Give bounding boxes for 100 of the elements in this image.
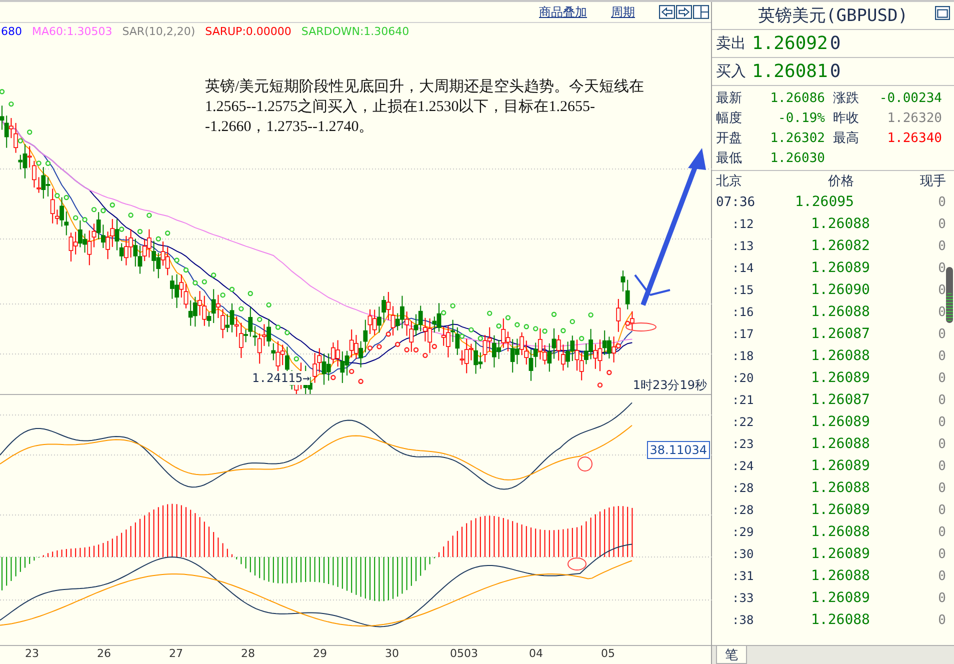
axis-label: 27 (168, 647, 184, 660)
axis-label: 30 (384, 647, 400, 660)
stat-value: 1.26086 (770, 90, 825, 106)
axis-label: 04 (528, 647, 544, 660)
highlight-circle (568, 558, 586, 570)
tick-volume: 0 (937, 326, 946, 342)
quote-price: 1.26081 (752, 61, 828, 82)
axis-label: 26 (96, 647, 112, 660)
tick-time: :14 (731, 261, 755, 275)
tick-volume: 0 (937, 194, 946, 210)
annotation-text: 英镑/美元短期阶段性见底回升，大周期还是空头趋势。今天短线在1.2565--1.2575之间买入，止损在1.2530以下，目标在1.2655--1.2660，1.2735--1.2740。 (205, 77, 645, 137)
tick-price: 1.26088 (810, 304, 870, 320)
tick-price: 1.26087 (810, 326, 870, 342)
tick-time: :23 (731, 437, 755, 451)
tick-price: 1.26088 (810, 568, 870, 584)
toolbar-link[interactable]: 周期 (611, 4, 635, 20)
right-arrow-icon[interactable] (676, 5, 692, 19)
tick-time: :18 (731, 349, 755, 363)
tab[interactable]: 笔 (716, 646, 747, 664)
tick-price: 1.26088 (810, 216, 870, 232)
tick-price: 1.26089 (810, 458, 870, 474)
tick-price: 1.26088 (810, 612, 870, 628)
highlight-circle (578, 456, 592, 472)
tick-time: :28 (731, 503, 755, 517)
stat-value: -0.19% (778, 110, 825, 126)
tick-time: :38 (731, 613, 755, 627)
tick-volume: 0 (937, 612, 946, 628)
tick-time: :24 (731, 459, 755, 473)
tick-volume: 0 (937, 414, 946, 430)
tick-time: :13 (731, 239, 755, 253)
tick-time: :15 (731, 283, 755, 297)
tick-volume: 0 (937, 590, 946, 606)
axis-label: 23 (24, 647, 40, 660)
stat-label: 最新 (716, 90, 742, 107)
column-header: 北京 (716, 173, 743, 190)
stat-value: 1.26320 (887, 110, 942, 126)
tick-time: :21 (731, 393, 755, 407)
indicator-value: 38.11034 (646, 441, 710, 459)
axis-label: 29 (312, 647, 328, 660)
axis-label: 28 (240, 647, 256, 660)
tick-volume: 0 (937, 216, 946, 232)
stat-value: 1.26340 (887, 130, 942, 146)
legend-item: 680 (1, 24, 22, 38)
legend-item: MA60:1.30503 (32, 24, 112, 38)
column-header: 现手 (919, 173, 946, 190)
tick-volume: 0 (937, 480, 946, 496)
tick-time: 07:36 (716, 194, 756, 210)
tick-volume: 0 (937, 238, 946, 254)
stat-label: 最低 (716, 150, 742, 167)
tick-time: :16 (731, 305, 755, 319)
tick-volume: 0 (937, 436, 946, 452)
stat-label: 幅度 (716, 110, 742, 127)
symbol-title: 英镑美元(GBPUSD) (758, 5, 908, 27)
tick-volume: 0 (937, 458, 946, 474)
tick-time: :20 (731, 371, 755, 385)
tick-price: 1.26082 (810, 238, 870, 254)
highlight-ellipse (626, 322, 656, 332)
quote-label: 买入 (716, 62, 746, 81)
stat-value: 1.26302 (770, 130, 825, 146)
legend-item: SARUP:0.00000 (205, 24, 292, 38)
tick-time: :31 (731, 569, 755, 583)
quote-label: 卖出 (716, 34, 746, 53)
layout-icon[interactable] (693, 5, 709, 19)
tick-volume: 0 (937, 370, 946, 386)
tick-volume: 0 (937, 304, 946, 320)
tick-volume: 0 (937, 282, 946, 298)
legend-item: SARDOWN:1.30640 (301, 24, 410, 38)
tick-time: :28 (731, 481, 755, 495)
tick-price: 1.26089 (810, 260, 870, 276)
tick-price: 1.26088 (810, 436, 870, 452)
stat-label: 开盘 (716, 130, 742, 147)
stat-value: 1.26030 (770, 150, 825, 166)
scrollbar[interactable] (946, 267, 953, 323)
tick-volume: 0 (937, 260, 946, 276)
tick-price: 1.26090 (810, 282, 870, 298)
tick-price: 1.26089 (810, 590, 870, 606)
tick-time: :30 (731, 547, 755, 561)
tick-time: :29 (731, 525, 755, 539)
tick-price: 1.26089 (810, 370, 870, 386)
axis-label: 0503 (449, 647, 479, 660)
tick-price: 1.26089 (810, 414, 870, 430)
tick-volume: 0 (937, 392, 946, 408)
window-icon[interactable] (935, 6, 950, 20)
tick-price: 1.26088 (810, 524, 870, 540)
stat-label: 昨收 (833, 110, 859, 127)
tick-price: 1.26087 (810, 392, 870, 408)
legend-item: SAR(10,2,20) (122, 24, 196, 38)
tick-time: :22 (731, 415, 755, 429)
tick-price: 1.26088 (810, 480, 870, 496)
stat-value: -0.00234 (879, 90, 942, 106)
tick-price: 1.26095 (794, 194, 854, 210)
toolbar-link[interactable]: 商品叠加 (539, 4, 587, 20)
quote-price: 1.26092 (752, 33, 828, 54)
left-arrow-icon[interactable] (659, 5, 675, 19)
countdown-label: 1时23分19秒 (632, 377, 707, 394)
tick-price: 1.26089 (810, 546, 870, 562)
column-header: 价格 (827, 173, 854, 190)
quote-volume: 0 (830, 61, 841, 82)
tick-volume: 0 (937, 348, 946, 364)
tick-volume: 0 (937, 524, 946, 540)
